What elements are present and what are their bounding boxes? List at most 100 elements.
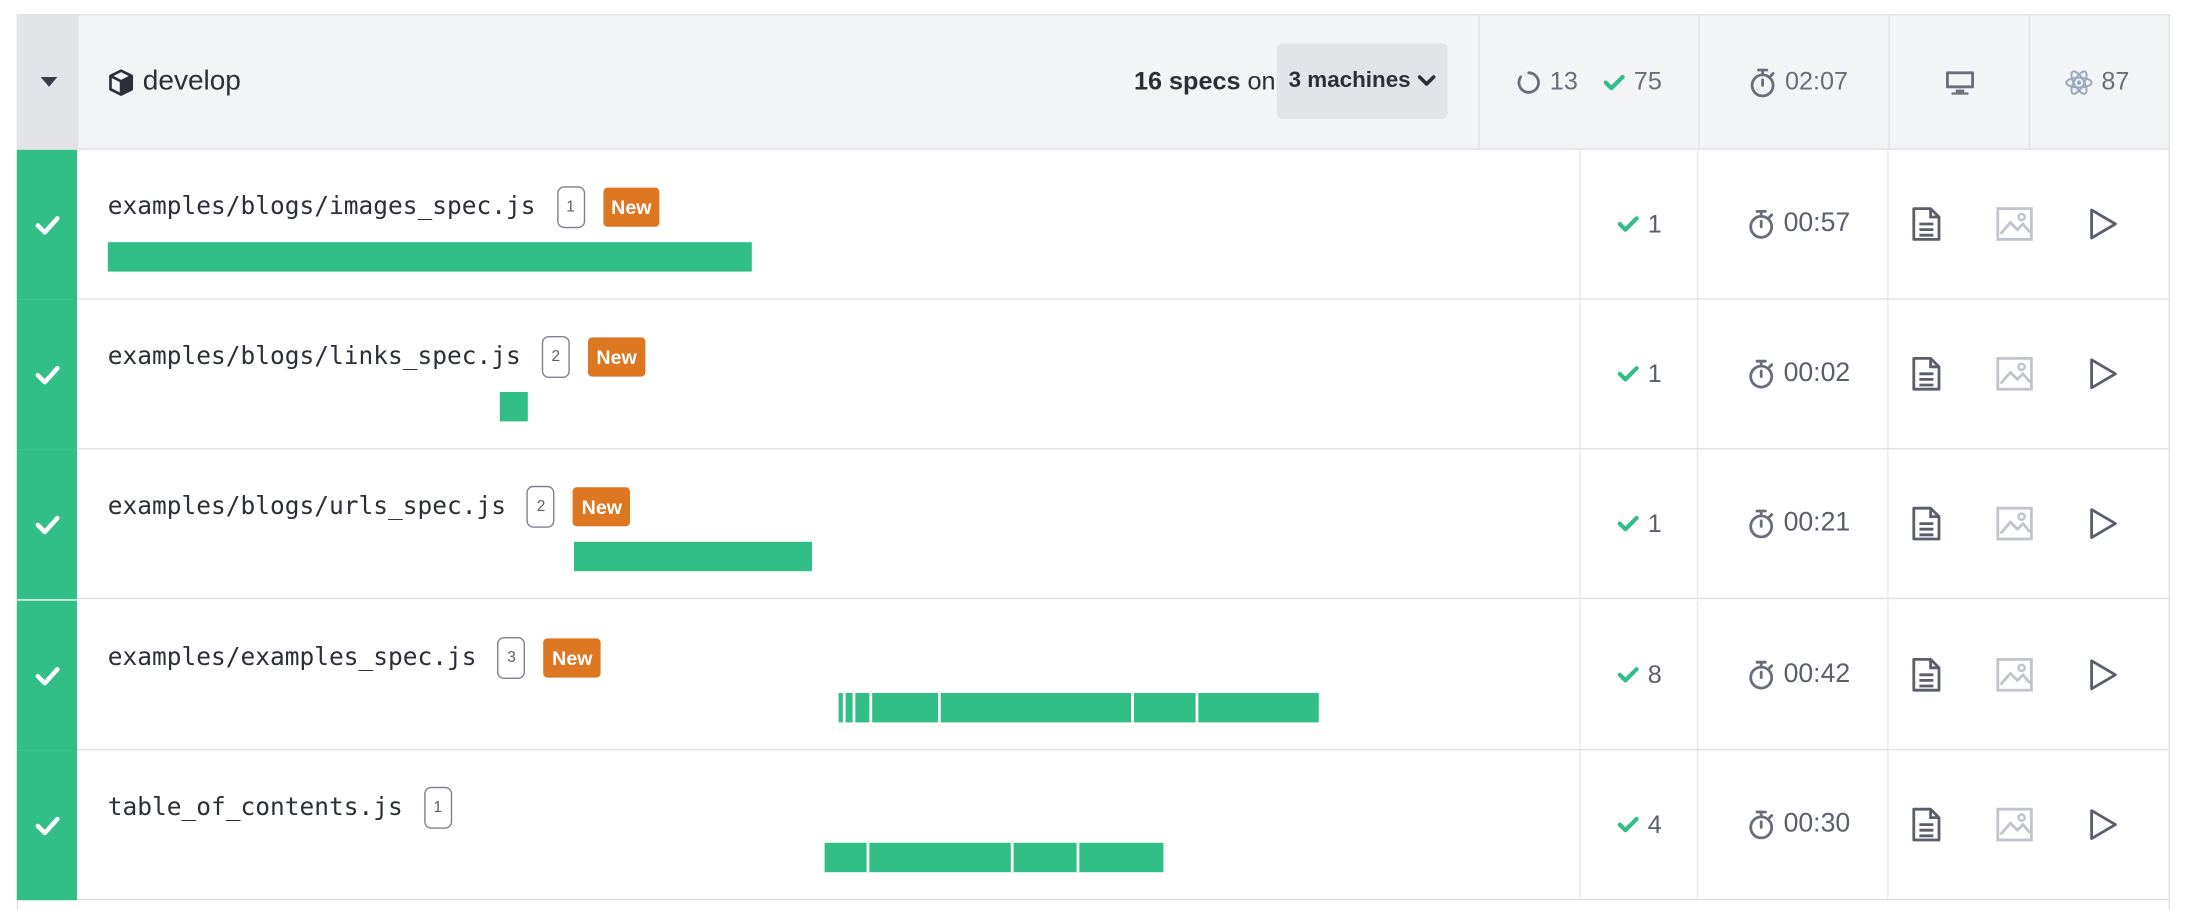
new-badge: New bbox=[588, 337, 646, 377]
spec-duration: 00:21 bbox=[1783, 508, 1851, 538]
video-button[interactable] bbox=[2075, 750, 2131, 898]
stopwatch-icon bbox=[1749, 209, 1774, 239]
video-button[interactable] bbox=[2075, 150, 2131, 298]
pass-status bbox=[16, 600, 77, 751]
run-group-header: develop 16 specs on 3 machines 13 75 02:… bbox=[16, 14, 2170, 150]
output-button[interactable] bbox=[1898, 750, 1954, 898]
document-icon bbox=[1912, 357, 1941, 391]
column-divider bbox=[1579, 600, 1581, 749]
timeline-segment bbox=[107, 242, 752, 272]
image-icon bbox=[1996, 357, 2033, 391]
output-button[interactable] bbox=[1898, 449, 1954, 597]
timeline-segment bbox=[1198, 693, 1319, 723]
specs-count: 16 specs bbox=[1134, 67, 1241, 96]
column-divider bbox=[1887, 449, 1889, 598]
stopwatch-icon bbox=[1750, 67, 1775, 97]
video-button[interactable] bbox=[2075, 601, 2131, 749]
stopwatch-icon bbox=[1749, 660, 1774, 690]
timeline-segment bbox=[1013, 842, 1080, 873]
spec-row[interactable]: examples/blogs/images_spec.js 1 New 1 00… bbox=[16, 149, 2170, 300]
new-badge: New bbox=[602, 187, 660, 227]
machine-group-badge: 2 bbox=[527, 485, 556, 528]
output-button[interactable] bbox=[1898, 601, 1954, 749]
timeline-segment bbox=[1079, 842, 1164, 873]
output-button[interactable] bbox=[1898, 300, 1954, 448]
spec-file-name[interactable]: examples/blogs/images_spec.js bbox=[108, 193, 536, 221]
screenshots-button[interactable] bbox=[1987, 449, 2043, 597]
spec-duration: 00:57 bbox=[1783, 208, 1851, 238]
timeline-segment bbox=[940, 693, 1134, 723]
check-icon bbox=[1617, 216, 1639, 232]
check-icon bbox=[34, 666, 59, 685]
video-button[interactable] bbox=[2075, 449, 2131, 597]
header-divider bbox=[1888, 15, 1890, 149]
spec-duration: 00:42 bbox=[1783, 659, 1851, 689]
screenshots-button[interactable] bbox=[1987, 601, 2043, 749]
timeline-segment bbox=[574, 541, 812, 572]
duration-cell: 00:42 bbox=[1747, 601, 1850, 749]
stopwatch-icon bbox=[1749, 359, 1774, 389]
new-badge: New bbox=[543, 638, 601, 678]
passed-count: 75 bbox=[1633, 67, 1662, 96]
branch-name: develop bbox=[142, 65, 241, 97]
spec-row[interactable]: examples/examples_spec.js 3 New 8 00:42 bbox=[16, 600, 2170, 751]
check-icon bbox=[34, 515, 59, 534]
timeline-bar bbox=[824, 842, 1164, 873]
collapse-toggle[interactable] bbox=[18, 15, 79, 149]
header-divider bbox=[1698, 15, 1700, 149]
play-icon bbox=[2090, 809, 2117, 840]
spec-info: examples/blogs/links_spec.js 2 New bbox=[108, 336, 646, 378]
screenshots-button[interactable] bbox=[1987, 750, 2043, 898]
document-icon bbox=[1912, 657, 1941, 692]
pass-count: 8 bbox=[1647, 660, 1662, 689]
spec-duration: 00:30 bbox=[1783, 809, 1851, 839]
os-stat bbox=[1945, 15, 1976, 148]
image-icon bbox=[1996, 807, 2033, 842]
play-icon bbox=[2090, 508, 2117, 539]
spec-file-name[interactable]: examples/examples_spec.js bbox=[108, 644, 477, 672]
new-badge: New bbox=[573, 487, 631, 527]
video-button[interactable] bbox=[2075, 300, 2131, 448]
pass-count: 1 bbox=[1647, 209, 1662, 238]
header-divider bbox=[2028, 15, 2030, 149]
total-duration: 02:07 bbox=[1785, 67, 1849, 96]
spec-file-name[interactable]: table_of_contents.js bbox=[108, 794, 403, 822]
caret-down-icon bbox=[39, 77, 57, 87]
spec-row[interactable]: table_of_contents.js 1 4 00:30 bbox=[16, 750, 2170, 901]
stopwatch-icon bbox=[1749, 810, 1774, 840]
play-icon bbox=[2090, 659, 2117, 691]
specs-summary: 16 specs on bbox=[1134, 15, 1276, 148]
electron-icon bbox=[2065, 69, 2093, 95]
check-icon bbox=[1617, 366, 1639, 382]
check-icon bbox=[1617, 667, 1639, 683]
timeline-segment bbox=[1134, 693, 1199, 723]
desktop-icon bbox=[1946, 70, 1974, 94]
spec-file-name[interactable]: examples/blogs/links_spec.js bbox=[108, 343, 521, 371]
check-icon bbox=[34, 816, 59, 835]
machines-dropdown[interactable]: 3 machines bbox=[1276, 43, 1448, 120]
specs-on-text: on bbox=[1247, 67, 1276, 96]
column-divider bbox=[1696, 600, 1699, 749]
check-icon bbox=[34, 365, 59, 384]
spec-file-name[interactable]: examples/blogs/urls_spec.js bbox=[108, 493, 506, 521]
image-icon bbox=[1996, 657, 2033, 692]
column-divider bbox=[1696, 149, 1699, 299]
screenshots-button[interactable] bbox=[1987, 300, 2043, 448]
column-divider bbox=[1887, 299, 1889, 448]
passed-stat: 75 bbox=[1603, 15, 1662, 148]
pass-count: 1 bbox=[1647, 359, 1662, 388]
screenshots-button[interactable] bbox=[1987, 150, 2043, 298]
spec-row[interactable]: examples/blogs/links_spec.js 2 New 1 00:… bbox=[16, 299, 2170, 450]
column-divider bbox=[1696, 750, 1699, 899]
output-button[interactable] bbox=[1898, 150, 1954, 298]
spec-row[interactable]: examples/blogs/urls_spec.js 2 New 1 00:2… bbox=[16, 449, 2170, 600]
duration-stat: 02:07 bbox=[1749, 15, 1848, 148]
machines-label: 3 machines bbox=[1288, 68, 1411, 93]
column-divider bbox=[1887, 149, 1889, 299]
column-divider bbox=[1579, 299, 1581, 448]
pass-count-cell: 4 bbox=[1617, 750, 1662, 898]
pass-count-cell: 1 bbox=[1617, 300, 1662, 448]
check-icon bbox=[34, 215, 59, 234]
image-icon bbox=[1996, 207, 2033, 241]
pass-status bbox=[16, 299, 77, 450]
